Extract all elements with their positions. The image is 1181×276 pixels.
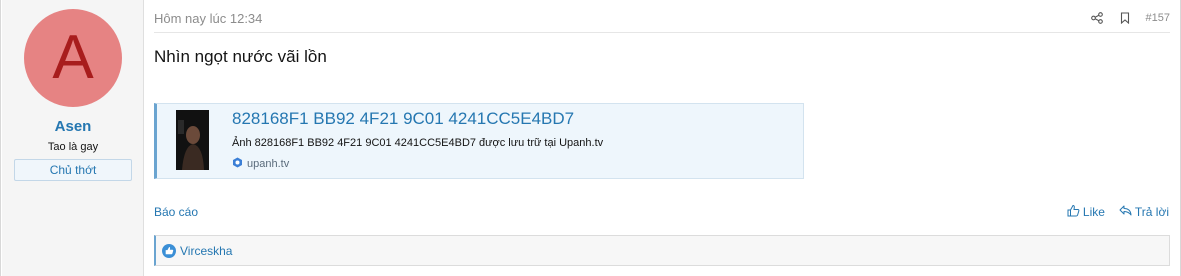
post-header: Hôm nay lúc 12:34 #157 (154, 11, 1170, 33)
reply-button[interactable]: Trả lời (1119, 204, 1169, 220)
embed-title-link[interactable]: 828168F1 BB92 4F21 9C01 4241CC5E4BD7 (232, 109, 574, 129)
like-label: Like (1082, 205, 1105, 219)
site-favicon-icon (232, 157, 243, 171)
user-cell: A Asen Tao là gay Chủ thớt (2, 0, 144, 276)
message-post: A Asen Tao là gay Chủ thớt Hôm nay lúc 1… (0, 0, 1181, 276)
bookmark-icon[interactable] (1118, 11, 1132, 25)
like-reaction-icon (162, 243, 176, 258)
reactor-user-link[interactable]: Virceskha (180, 244, 232, 258)
like-button[interactable]: Like (1067, 204, 1105, 220)
post-actions: Like Trả lời (1067, 204, 1169, 220)
report-link[interactable]: Báo cáo (154, 205, 198, 219)
user-title: Tao là gay (47, 141, 99, 153)
avatar-letter: A (52, 23, 94, 92)
share-icon[interactable] (1090, 11, 1104, 25)
reply-icon (1119, 204, 1132, 220)
user-banner: Chủ thớt (14, 159, 132, 181)
post-date[interactable]: Hôm nay lúc 12:34 (154, 11, 262, 26)
embed-description: Ảnh 828168F1 BB92 4F21 9C01 4241CC5E4BD7… (232, 137, 604, 149)
avatar[interactable]: A (24, 9, 122, 107)
embed-site: upanh.tv (232, 157, 289, 171)
embed-thumbnail[interactable] (176, 110, 209, 170)
reactions-bar[interactable]: Virceskha (154, 235, 1170, 266)
reply-label: Trả lời (1134, 205, 1169, 219)
embed-site-name: upanh.tv (247, 158, 290, 170)
thumbs-up-icon (1067, 204, 1080, 220)
username-link[interactable]: Asen (2, 118, 144, 135)
post-header-actions: #157 (1090, 11, 1170, 25)
post-body-text: Nhìn ngọt nước vãi lồn (154, 47, 327, 66)
message-main: Hôm nay lúc 12:34 #157 Nhìn ngọt nước vã… (145, 0, 1180, 276)
link-embed-card[interactable]: 828168F1 BB92 4F21 9C01 4241CC5E4BD7 Ảnh… (154, 103, 804, 179)
post-number-link[interactable]: #157 (1146, 12, 1170, 24)
